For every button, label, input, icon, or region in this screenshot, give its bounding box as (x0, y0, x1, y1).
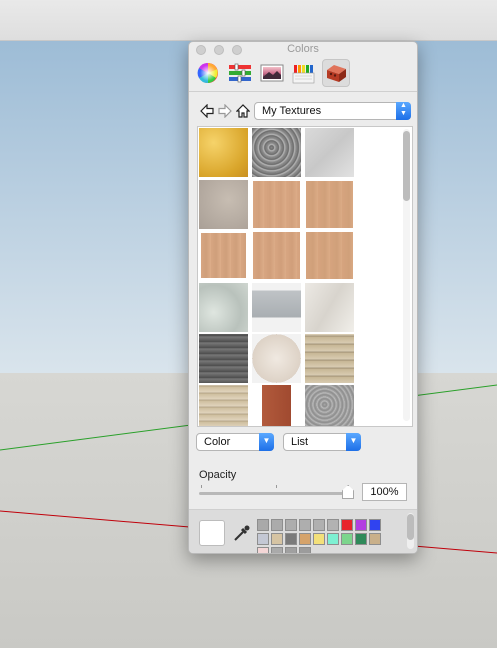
texture-tile[interactable] (252, 385, 301, 426)
texture-tile[interactable] (252, 180, 301, 229)
texture-tile[interactable] (199, 231, 248, 280)
texture-tile[interactable] (252, 334, 301, 383)
panel-title: Colors (287, 43, 319, 55)
color-sliders-button[interactable] (226, 59, 254, 87)
texture-tile[interactable] (199, 334, 248, 383)
swatch-area (189, 510, 417, 553)
display-mode-value: Color (204, 436, 231, 448)
color-swatch[interactable] (341, 533, 353, 545)
color-swatch[interactable] (341, 519, 353, 531)
texture-tile[interactable] (199, 128, 248, 177)
colors-panel: Colors My Textures ▲ ▼ Color ▼ List ▼ Op… (188, 41, 418, 554)
color-swatch[interactable] (271, 533, 283, 545)
texture-grid[interactable] (197, 126, 413, 427)
color-swatch[interactable] (369, 533, 381, 545)
color-swatch[interactable] (271, 519, 283, 531)
texture-tile[interactable] (305, 334, 354, 383)
color-swatch[interactable] (285, 533, 297, 545)
texture-tile[interactable] (199, 180, 248, 229)
texture-tile[interactable] (252, 231, 301, 280)
color-swatch[interactable] (313, 533, 325, 545)
crayons-icon (292, 65, 315, 84)
swatch-scrollbar[interactable] (407, 513, 414, 549)
image-palettes-button[interactable] (258, 59, 286, 87)
library-select[interactable]: My Textures ▲ ▼ (254, 102, 411, 120)
toolbar-divider (189, 91, 417, 92)
texture-tile[interactable] (199, 283, 248, 332)
home-icon[interactable] (235, 104, 251, 122)
chevron-updown-icon: ▲ ▼ (396, 102, 411, 120)
color-swatch[interactable] (299, 519, 311, 531)
color-swatch[interactable] (271, 547, 283, 553)
eyedropper-icon[interactable] (233, 524, 251, 547)
texture-tile[interactable] (305, 231, 354, 280)
color-swatch[interactable] (327, 533, 339, 545)
opacity-label: Opacity (199, 469, 237, 481)
texture-grid-scrollbar[interactable] (403, 129, 410, 421)
forward-arrow-icon[interactable] (218, 103, 232, 122)
color-swatch[interactable] (313, 519, 325, 531)
color-wheel-icon (197, 62, 218, 84)
color-swatch[interactable] (299, 547, 311, 553)
color-swatch[interactable] (257, 533, 269, 545)
scrollbar-thumb[interactable] (403, 131, 410, 201)
texture-tile[interactable] (305, 385, 354, 426)
view-mode-value: List (291, 436, 309, 448)
color-swatch[interactable] (285, 519, 297, 531)
scrollbar-thumb[interactable] (407, 514, 414, 540)
color-swatch[interactable] (355, 533, 367, 545)
sliders-icon (229, 63, 251, 83)
color-swatch[interactable] (299, 533, 311, 545)
color-swatch[interactable] (369, 519, 381, 531)
view-mode-select[interactable]: List ▼ (283, 433, 361, 451)
opacity-slider-thumb[interactable] (342, 485, 354, 499)
texture-tile[interactable] (199, 385, 248, 426)
texture-tile[interactable] (305, 128, 354, 177)
chevron-down-icon: ▼ (346, 433, 361, 451)
display-mode-select[interactable]: Color ▼ (196, 433, 274, 451)
texture-tile[interactable] (305, 180, 354, 229)
current-color-well[interactable] (199, 520, 225, 546)
color-swatch[interactable] (285, 547, 297, 553)
texture-tile[interactable] (252, 128, 301, 177)
color-swatch[interactable] (257, 547, 269, 553)
back-arrow-icon[interactable] (200, 103, 214, 122)
menu-bar (0, 0, 497, 41)
color-swatch[interactable] (257, 519, 269, 531)
slider-tick (276, 485, 277, 488)
color-swatch[interactable] (355, 519, 367, 531)
texture-tile[interactable] (252, 283, 301, 332)
texture-tile[interactable] (305, 283, 354, 332)
color-wheel-button[interactable] (194, 59, 222, 87)
library-select-value: My Textures (262, 105, 322, 117)
textures-button[interactable] (322, 59, 350, 87)
opacity-slider[interactable] (199, 492, 349, 495)
opacity-field[interactable]: 100% (362, 483, 407, 501)
color-swatch[interactable] (327, 519, 339, 531)
slider-tick (201, 485, 202, 488)
brick-icon (327, 65, 346, 82)
image-palette-icon (260, 64, 284, 82)
crayons-button[interactable] (290, 59, 318, 87)
chevron-down-icon: ▼ (259, 433, 274, 451)
